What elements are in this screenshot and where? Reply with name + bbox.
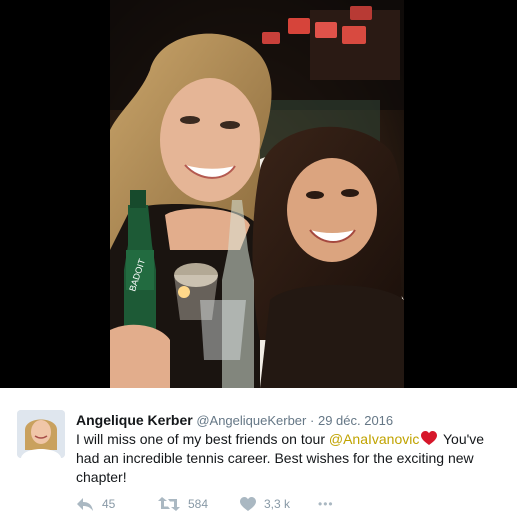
retweet-button[interactable]: 584 — [158, 495, 208, 513]
tweet-text: I will miss one of my best friends on to… — [76, 430, 506, 487]
red-heart-icon — [421, 431, 438, 445]
reply-icon — [77, 498, 93, 511]
reply-button[interactable]: 45 — [76, 495, 115, 513]
tweet-date[interactable]: 29 déc. 2016 — [318, 413, 393, 428]
heart-icon — [240, 496, 256, 511]
retweet-count: 584 — [188, 497, 209, 511]
mention-link[interactable]: @AnaIvanovic — [329, 431, 419, 447]
tweet-text-part1: I will miss one of my best friends on to… — [76, 431, 329, 447]
tweet-photo[interactable]: BADOIT — [110, 0, 404, 388]
more-button[interactable]: ••• — [318, 495, 334, 513]
author-name[interactable]: Angelique Kerber — [76, 412, 193, 428]
reply-count: 45 — [102, 497, 116, 511]
avatar-image — [17, 410, 65, 458]
tweet-actions: 45 584 3,3 k ••• — [76, 495, 506, 513]
more-icon: ••• — [318, 497, 334, 511]
retweet-icon — [158, 497, 180, 511]
tweet-media[interactable]: BADOIT — [0, 0, 517, 388]
header-separator: · — [310, 413, 315, 428]
like-button[interactable]: 3,3 k — [240, 495, 290, 513]
selfie-photo: BADOIT — [110, 0, 404, 388]
author-handle[interactable]: @AngeliqueKerber — [196, 413, 306, 428]
tweet: Angelique Kerber @AngeliqueKerber · 29 d… — [0, 388, 517, 532]
like-count: 3,3 k — [264, 497, 291, 511]
avatar[interactable] — [17, 410, 65, 458]
tweet-header: Angelique Kerber @AngeliqueKerber · 29 d… — [76, 412, 393, 429]
